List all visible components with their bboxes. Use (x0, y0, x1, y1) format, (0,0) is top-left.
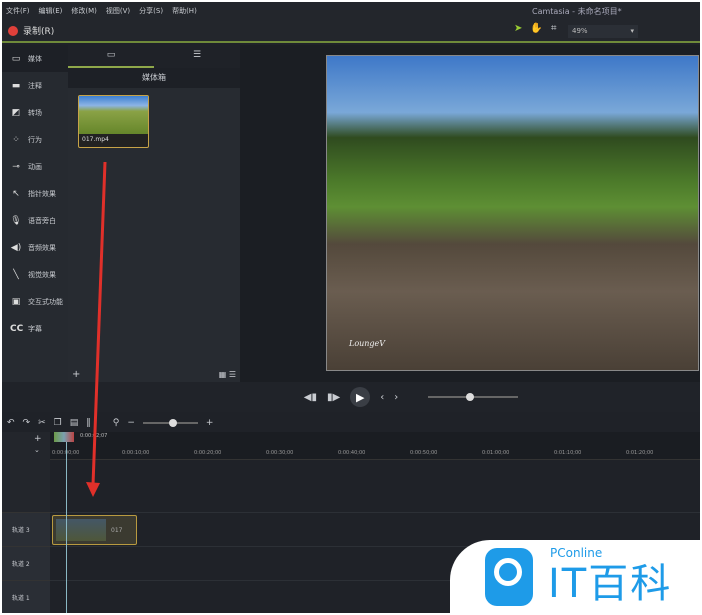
pconline-logo: PConline IT百科 (450, 540, 702, 615)
logo-text-main: IT百科 (548, 561, 673, 607)
logo-text-top: PConline (550, 546, 603, 560)
red-arrow-annotation (86, 161, 107, 497)
search-logo-icon (485, 548, 533, 606)
